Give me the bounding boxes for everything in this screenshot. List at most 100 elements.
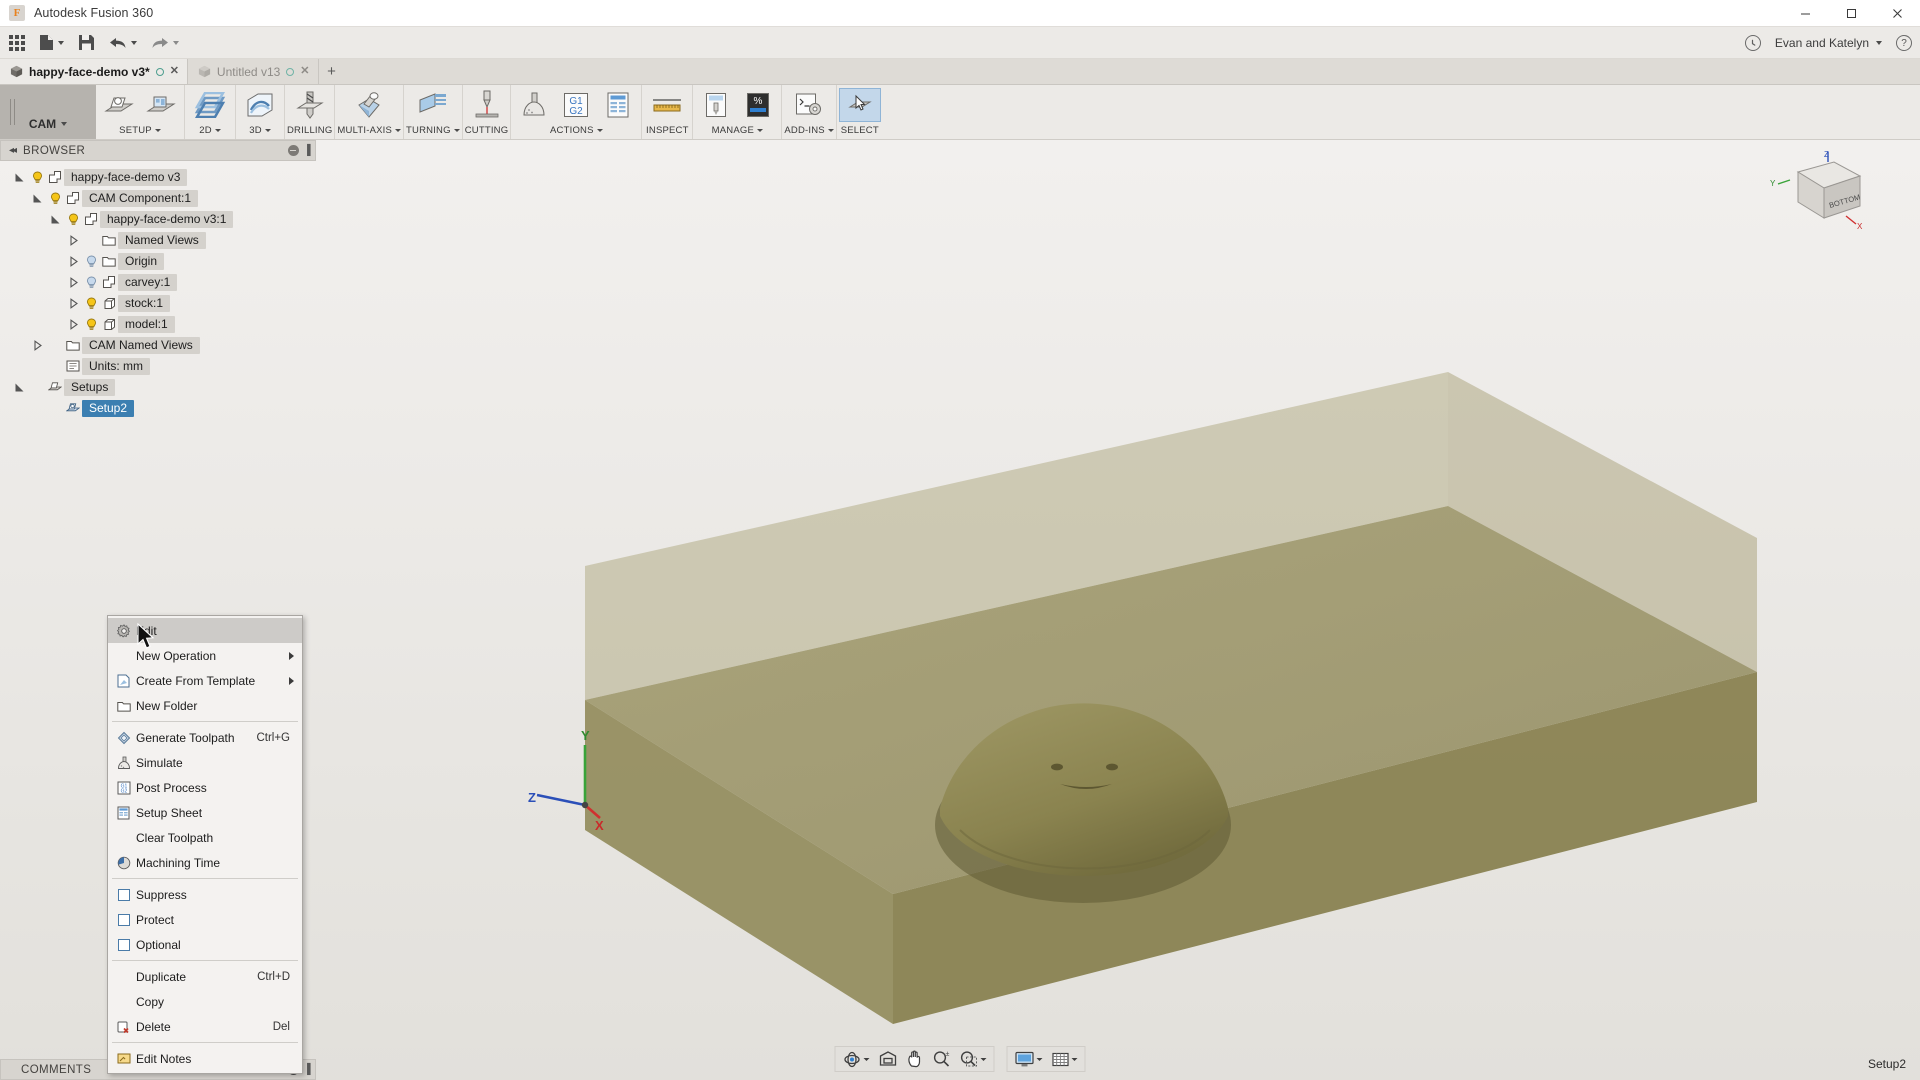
- redo-button[interactable]: [146, 30, 184, 56]
- save-button[interactable]: [73, 30, 100, 56]
- menu-item-clear-toolpath[interactable]: Clear Toolpath: [108, 825, 302, 850]
- window-controls: [1782, 0, 1920, 27]
- tree-expander-closed[interactable]: [64, 318, 82, 330]
- turning-button[interactable]: [411, 88, 455, 122]
- tree-expander-closed[interactable]: [64, 297, 82, 309]
- new-folder-setup-button[interactable]: [140, 88, 182, 122]
- visibility-bulb-icon[interactable]: [31, 171, 44, 184]
- tree-item-setups[interactable]: Setups: [0, 377, 316, 397]
- bulb-slot: [28, 171, 46, 184]
- menu-item-edit-notes[interactable]: Edit Notes: [108, 1046, 302, 1071]
- menu-item-new-folder[interactable]: New Folder: [108, 693, 302, 718]
- checkbox-icon[interactable]: [117, 913, 130, 926]
- tree-expander-open[interactable]: [10, 382, 28, 393]
- collapse-left-icon[interactable]: ◂◂: [9, 145, 17, 156]
- drilling-button[interactable]: [289, 88, 331, 122]
- tree-item-happy-face-demo-v3-1[interactable]: happy-face-demo v3:1: [0, 209, 316, 229]
- recent-activity-icon[interactable]: [1744, 35, 1761, 51]
- twod-toolpath-button[interactable]: [187, 88, 233, 122]
- threed-toolpath-button[interactable]: [238, 88, 282, 122]
- menu-item-copy[interactable]: Copy: [108, 989, 302, 1014]
- tool-library-button[interactable]: [695, 88, 737, 122]
- display-settings-button[interactable]: [1011, 1048, 1047, 1071]
- close-icon[interactable]: ✕: [300, 66, 309, 77]
- chevron-down-icon: [980, 1057, 987, 1061]
- tree-item-cam-component-1[interactable]: CAM Component:1: [0, 188, 316, 208]
- document-tab-inactive[interactable]: Untitled v13 ✕: [187, 59, 319, 84]
- checkbox-icon[interactable]: [117, 888, 130, 901]
- menu-item-protect[interactable]: Protect: [108, 907, 302, 932]
- menu-item-simulate[interactable]: Simulate: [108, 750, 302, 775]
- menu-item-setup-sheet[interactable]: Setup Sheet: [108, 800, 302, 825]
- minimize-button[interactable]: [1782, 0, 1828, 27]
- grid-snap-icon: [1052, 1052, 1069, 1066]
- visibility-bulb-icon[interactable]: [67, 213, 80, 226]
- zoom-button[interactable]: ±: [929, 1048, 955, 1071]
- simulate-button[interactable]: [513, 88, 555, 122]
- tree-item-model-1[interactable]: model:1: [0, 314, 316, 334]
- tree-expander-open[interactable]: [28, 193, 46, 204]
- file-menu-button[interactable]: [34, 30, 69, 56]
- menu-item-delete[interactable]: Delete Del: [108, 1014, 302, 1039]
- apps-grid-button[interactable]: [4, 30, 30, 56]
- tree-expander-open[interactable]: [46, 214, 64, 225]
- select-button[interactable]: [838, 88, 881, 122]
- document-tab-active[interactable]: happy-face-demo v3* ✕: [0, 59, 188, 84]
- maximize-button[interactable]: [1828, 0, 1874, 27]
- panel-options-icon[interactable]: [287, 145, 299, 156]
- account-menu[interactable]: Evan and Katelyn: [1775, 36, 1882, 50]
- zoom-window-icon: [960, 1051, 977, 1067]
- scripts-addins-button[interactable]: [788, 88, 830, 122]
- visibility-bulb-icon[interactable]: [85, 297, 98, 310]
- tree-item-cam-named-views[interactable]: CAM Named Views: [0, 335, 316, 355]
- bulb-slot: [46, 339, 64, 352]
- visibility-bulb-icon[interactable]: [85, 255, 98, 268]
- panel-resize-handle[interactable]: ▐: [304, 145, 312, 156]
- tree-item-stock-1[interactable]: stock:1: [0, 293, 316, 313]
- tree-item-setup2[interactable]: Setup2: [0, 398, 316, 418]
- tree-expander-open[interactable]: [10, 172, 28, 183]
- close-button[interactable]: [1874, 0, 1920, 27]
- cutting-button[interactable]: [466, 88, 508, 122]
- menu-item-optional[interactable]: Optional: [108, 932, 302, 957]
- panel-resize-handle[interactable]: ▐: [304, 1064, 312, 1075]
- visibility-bulb-icon[interactable]: [49, 192, 62, 205]
- look-at-button[interactable]: [875, 1048, 902, 1071]
- tree-expander-closed[interactable]: [28, 339, 46, 351]
- post-process-button[interactable]: G1 G2: [555, 88, 597, 122]
- tree-item-happy-face-demo-v3[interactable]: happy-face-demo v3: [0, 167, 316, 187]
- undo-button[interactable]: [104, 30, 142, 56]
- tree-item-units-mm[interactable]: Units: mm: [0, 356, 316, 376]
- tree-expander-closed[interactable]: [64, 255, 82, 267]
- tree-item-carvey-1[interactable]: carvey:1: [0, 272, 316, 292]
- view-cube[interactable]: BOTTOM Z Y X: [1768, 150, 1872, 232]
- orbit-button[interactable]: [839, 1048, 874, 1071]
- tree-expander-closed[interactable]: [64, 276, 82, 288]
- tree-item-named-views[interactable]: Named Views: [0, 230, 316, 250]
- setup-sheet-button[interactable]: [597, 88, 639, 122]
- workspace-switcher[interactable]: CAM: [0, 85, 96, 139]
- close-icon[interactable]: ✕: [170, 66, 179, 77]
- measure-button[interactable]: [644, 88, 690, 122]
- tree-expander-closed[interactable]: [64, 234, 82, 246]
- grid-snap-button[interactable]: [1048, 1048, 1082, 1071]
- menu-item-duplicate[interactable]: Duplicate Ctrl+D: [108, 964, 302, 989]
- new-document-tab-button[interactable]: +: [318, 59, 345, 84]
- machining-time-button[interactable]: %: [737, 88, 779, 122]
- visibility-bulb-icon[interactable]: [85, 318, 98, 331]
- menu-item-machining-time[interactable]: Machining Time: [108, 850, 302, 875]
- checkbox-icon[interactable]: [117, 938, 130, 951]
- menu-item-create-from-template[interactable]: Create From Template: [108, 668, 302, 693]
- multi-axis-button[interactable]: [347, 88, 391, 122]
- pan-button[interactable]: [903, 1048, 928, 1071]
- menu-item-generate-toolpath[interactable]: Generate Toolpath Ctrl+G: [108, 725, 302, 750]
- help-icon[interactable]: ?: [1896, 35, 1912, 51]
- logo-letter: F: [13, 7, 21, 19]
- menu-item-suppress[interactable]: Suppress: [108, 882, 302, 907]
- zoom-window-button[interactable]: [956, 1048, 991, 1071]
- tree-item-origin[interactable]: Origin: [0, 251, 316, 271]
- menu-item-post-process[interactable]: G1 G2 Post Process: [108, 775, 302, 800]
- setup-button[interactable]: [98, 88, 140, 122]
- visibility-bulb-icon[interactable]: [85, 276, 98, 289]
- setup-context-menu[interactable]: Edit New Operation Create From Template New…: [107, 615, 303, 1074]
